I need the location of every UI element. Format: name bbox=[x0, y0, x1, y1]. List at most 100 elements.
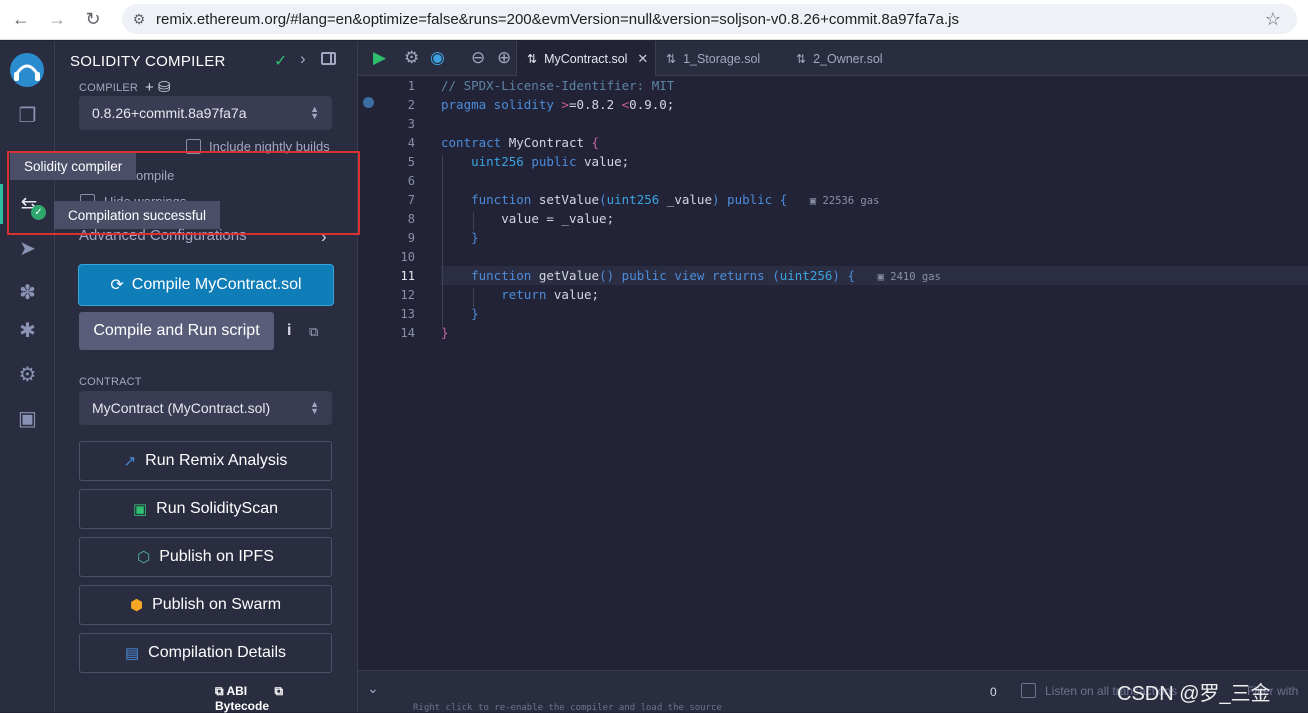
csdn-watermark: CSDN @罗_三金 bbox=[1117, 683, 1271, 705]
code-line-8: value = _value; bbox=[501, 211, 615, 226]
gas-get-value: 2410 gas bbox=[890, 271, 941, 283]
publish-swarm-button[interactable]: ⬢ Publish on Swarm bbox=[79, 585, 332, 625]
line-number-current: 11 bbox=[400, 269, 415, 283]
robot-ai-icon[interactable]: ⚙ bbox=[404, 48, 419, 68]
code-line-11: function getValue() public view returns … bbox=[471, 268, 941, 283]
panel-title: SOLIDITY COMPILER bbox=[70, 53, 226, 70]
git-branch-icon[interactable]: ✱ bbox=[0, 310, 55, 350]
zoom-out-icon[interactable]: ⊖ bbox=[471, 48, 485, 68]
line-number: 10 bbox=[400, 250, 415, 264]
compile-and-run-button[interactable]: Compile and Run script bbox=[79, 312, 274, 350]
info-icon[interactable]: i bbox=[287, 322, 291, 340]
file-explorer-icon[interactable]: ❐ bbox=[0, 95, 55, 135]
run-play-icon[interactable]: ▶ bbox=[373, 48, 386, 68]
add-compiler-icon[interactable]: + ⛁ bbox=[145, 78, 171, 96]
tab-mycontract[interactable]: ⇅ MyContract.sol ✕ bbox=[516, 41, 656, 76]
solidity-file-icon: ⇅ bbox=[796, 51, 807, 66]
tab-label: 1_Storage.sol bbox=[683, 51, 761, 66]
line-number: 9 bbox=[407, 231, 415, 245]
line-number: 3 bbox=[407, 117, 415, 131]
chevron-double-down-icon[interactable]: ⌄ bbox=[367, 680, 379, 697]
annotation-highlight-box bbox=[7, 151, 360, 235]
compilation-details-label: Compilation Details bbox=[148, 644, 287, 661]
tab-label: MyContract.sol bbox=[544, 51, 628, 66]
close-icon[interactable]: ✕ bbox=[637, 51, 648, 67]
zoom-in-icon[interactable]: ⊕ bbox=[497, 48, 511, 68]
compiler-version-select[interactable]: 0.8.26+commit.8a97fa7a ▲ ▼ bbox=[79, 96, 332, 130]
line-number: 7 bbox=[407, 193, 415, 207]
toggle-icon[interactable]: ◉ bbox=[430, 48, 445, 68]
check-icon: ✓ bbox=[274, 53, 288, 70]
run-remix-analysis-button[interactable]: ↗ Run Remix Analysis bbox=[79, 441, 332, 481]
url-text: remix.ethereum.org/#lang=en&optimize=fal… bbox=[156, 10, 959, 28]
refresh-icon: ⟳ bbox=[110, 277, 124, 294]
contract-select[interactable]: MyContract (MyContract.sol) ▲ ▼ bbox=[79, 391, 332, 425]
line-number: 5 bbox=[407, 155, 415, 169]
compile-button-label: Compile MyContract.sol bbox=[131, 276, 302, 293]
pending-tx-count: 0 bbox=[990, 685, 997, 699]
abi-copy-link[interactable]: ⧉ ABI bbox=[215, 684, 259, 698]
line-number: 1 bbox=[407, 79, 415, 93]
line-number: 13 bbox=[400, 307, 415, 321]
line-number: 4 bbox=[407, 136, 415, 150]
browser-toolbar: ← → ↻ ⚙ remix.ethereum.org/#lang=en&opti… bbox=[0, 0, 1308, 40]
code-line-1: // SPDX-License-Identifier: MIT bbox=[441, 78, 675, 93]
compiler-version-value: 0.8.26+commit.8a97fa7a bbox=[92, 105, 247, 121]
code-line-13: } bbox=[471, 306, 479, 321]
bytecode-label: Bytecode bbox=[215, 699, 270, 713]
breakpoint-marker[interactable] bbox=[363, 97, 374, 108]
gas-set-value: 22536 gas bbox=[822, 195, 880, 207]
code-line-4: contract MyContract { bbox=[441, 135, 600, 150]
ipfs-icon: ⬡ bbox=[137, 549, 151, 566]
select-caret-icon: ▲ ▼ bbox=[310, 104, 319, 121]
gas-estimate-set: ▣ 22536 gas bbox=[809, 195, 880, 207]
document-icon: ▤ bbox=[124, 645, 140, 662]
line-number: 12 bbox=[400, 288, 415, 302]
compilation-details-button[interactable]: ▤ Compilation Details bbox=[79, 633, 332, 673]
forward-arrow-icon[interactable]: → bbox=[39, 2, 75, 38]
compile-button[interactable]: ⟳ Compile MyContract.sol bbox=[78, 264, 334, 306]
run-remix-analysis-label: Run Remix Analysis bbox=[145, 452, 288, 469]
compiler-label: COMPILER bbox=[79, 82, 139, 94]
contract-select-value: MyContract (MyContract.sol) bbox=[92, 400, 271, 416]
solidity-file-icon: ⇅ bbox=[527, 51, 538, 66]
publish-swarm-label: Publish on Swarm bbox=[152, 596, 282, 613]
code-line-2: pragma solidity >=0.8.2 <0.9.0; bbox=[441, 97, 675, 112]
run-solidityscan-label: Run SolidityScan bbox=[156, 500, 279, 517]
select-caret-icon: ▲ ▼ bbox=[310, 399, 319, 416]
code-line-12: return value; bbox=[501, 287, 600, 302]
tab-1-storage[interactable]: ⇅ 1_Storage.sol bbox=[656, 41, 782, 76]
publish-ipfs-button[interactable]: ⬡ Publish on IPFS bbox=[79, 537, 332, 577]
export-links: ⧉ ABI ⧉ Bytecode bbox=[215, 684, 357, 713]
learneth-book-icon[interactable]: ▣ bbox=[0, 398, 55, 438]
tab-2-owner[interactable]: ⇅ 2_Owner.sol bbox=[786, 41, 912, 76]
compiler-side-panel: SOLIDITY COMPILER ✓ › COMPILER + ⛁ 0.8.2… bbox=[55, 41, 358, 713]
copy-icon[interactable]: ⧉ bbox=[309, 324, 318, 340]
line-number: 8 bbox=[407, 212, 415, 226]
chevron-right-icon[interactable]: › bbox=[300, 49, 306, 69]
run-solidityscan-button[interactable]: ▣ Run SolidityScan bbox=[79, 489, 332, 529]
site-settings-icon[interactable]: ⚙ bbox=[122, 11, 156, 28]
gas-estimate-get: ▣ 2410 gas bbox=[877, 271, 941, 283]
back-arrow-icon[interactable]: ← bbox=[3, 2, 39, 38]
tab-label: 2_Owner.sol bbox=[813, 51, 883, 66]
panel-toggle-icon[interactable] bbox=[321, 52, 336, 65]
listen-transactions-checkbox[interactable] bbox=[1021, 683, 1036, 698]
address-bar[interactable]: ⚙ remix.ethereum.org/#lang=en&optimize=f… bbox=[122, 4, 1297, 34]
contract-label: CONTRACT bbox=[79, 376, 142, 388]
solidity-file-icon: ⇅ bbox=[666, 51, 677, 66]
code-line-5: uint256 public value; bbox=[471, 154, 630, 169]
abi-label: ABI bbox=[226, 684, 248, 698]
code-line-14: } bbox=[441, 325, 449, 340]
code-line-9: } bbox=[471, 230, 479, 245]
editor-toolbar: ▶ ⚙ ◉ ⊖ ⊕ ⇅ MyContract.sol ✕ ⇅ 1_Storage… bbox=[358, 41, 1308, 76]
bookmark-star-icon[interactable]: ☆ bbox=[1265, 9, 1281, 30]
plugin-manager-icon[interactable]: ⚙ bbox=[0, 354, 55, 394]
debugger-bug-icon[interactable]: ✽ bbox=[0, 272, 55, 312]
chart-line-icon: ↗ bbox=[123, 453, 137, 470]
scan-icon: ▣ bbox=[132, 501, 148, 518]
code-line-7: function setValue(uint256 _value) public… bbox=[471, 192, 880, 207]
remix-logo-icon[interactable] bbox=[8, 51, 46, 89]
reload-icon[interactable]: ↻ bbox=[75, 2, 111, 38]
line-number: 14 bbox=[400, 326, 415, 340]
